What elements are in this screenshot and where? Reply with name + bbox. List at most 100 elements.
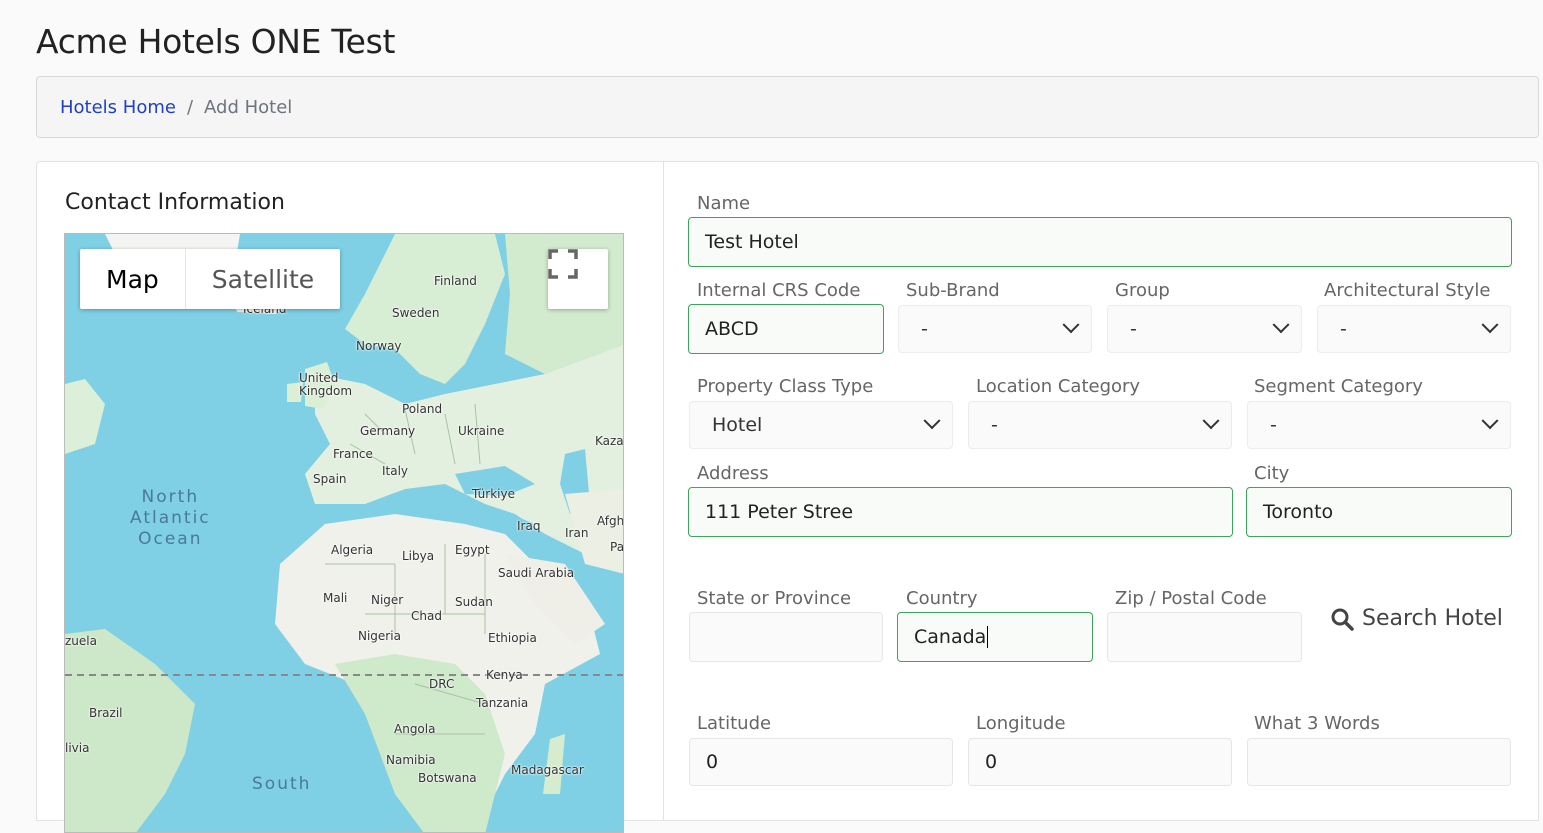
map-label-egypt: Egypt — [455, 543, 490, 557]
w3w-label: What 3 Words — [1254, 713, 1380, 734]
address-input[interactable]: 111 Peter Stree — [688, 487, 1233, 537]
map-label-nigeria: Nigeria — [358, 629, 401, 643]
ocean-label-south: South — [252, 774, 312, 794]
location-category-select[interactable]: - — [968, 401, 1232, 449]
text-cursor — [987, 626, 989, 648]
map-label-uk: United Kingdom — [299, 371, 353, 398]
crs-code-input[interactable]: ABCD — [688, 304, 884, 354]
map-label-namibia: Namibia — [386, 753, 436, 767]
property-class-value: Hotel — [712, 414, 763, 436]
map-label-chad: Chad — [411, 609, 442, 623]
map-widget[interactable]: North Atlantic Ocean South Finland Icela… — [64, 233, 624, 833]
country-input[interactable]: Canada — [897, 612, 1093, 662]
latitude-input[interactable]: 0 — [689, 738, 953, 786]
map-label-germany: Germany — [360, 424, 416, 438]
contact-section-title: Contact Information — [65, 190, 285, 215]
chevron-down-icon — [1481, 412, 1499, 430]
map-label-kaza: Kaza — [595, 434, 624, 448]
country-value: Canada — [914, 626, 987, 648]
longitude-input[interactable]: 0 — [968, 738, 1232, 786]
chevron-down-icon — [1272, 316, 1290, 334]
sub-brand-value: - — [921, 318, 928, 340]
map-label-tanzania: Tanzania — [476, 696, 529, 710]
city-input[interactable]: Toronto — [1246, 487, 1512, 537]
zip-label: Zip / Postal Code — [1115, 588, 1267, 609]
search-hotel-button[interactable]: Search Hotel — [1330, 606, 1503, 631]
map-label-pa: Pa — [610, 540, 624, 554]
satellite-view-button[interactable]: Satellite — [186, 249, 340, 309]
fullscreen-icon — [548, 249, 578, 279]
map-label-ukraine: Ukraine — [458, 424, 505, 438]
map-label-iran: Iran — [565, 526, 589, 540]
group-value: - — [1130, 318, 1137, 340]
w3w-input[interactable] — [1247, 738, 1511, 786]
map-label-botswana: Botswana — [418, 771, 477, 785]
group-label: Group — [1115, 280, 1170, 301]
map-label-sudan: Sudan — [455, 595, 493, 609]
address-label: Address — [697, 463, 769, 484]
map-label-ethiopia: Ethiopia — [488, 631, 537, 645]
map-label-zuela: zuela — [65, 634, 97, 648]
breadcrumb-separator: / — [186, 96, 194, 118]
map-label-madagascar: Madagascar — [511, 763, 584, 777]
breadcrumb-home-link[interactable]: Hotels Home — [60, 97, 176, 118]
location-category-value: - — [991, 414, 998, 436]
map-label-angola: Angola — [394, 722, 436, 736]
crs-code-label: Internal CRS Code — [697, 280, 861, 301]
map-label-kenya: Kenya — [486, 668, 523, 682]
country-label: Country — [906, 588, 978, 609]
contact-card: Contact Information North Atlantic Ocean… — [36, 161, 664, 833]
ocean-label-north-atlantic: North Atlantic Ocean — [130, 487, 211, 549]
chevron-down-icon — [1481, 316, 1499, 334]
segment-category-label: Segment Category — [1254, 376, 1423, 397]
map-label-algeria: Algeria — [331, 543, 374, 557]
arch-style-label: Architectural Style — [1324, 280, 1491, 301]
sub-brand-label: Sub-Brand — [906, 280, 1000, 301]
fullscreen-button[interactable] — [548, 249, 608, 309]
arch-style-value: - — [1340, 318, 1347, 340]
sub-brand-select[interactable]: - — [898, 305, 1092, 353]
chevron-down-icon — [1062, 316, 1080, 334]
chevron-down-icon — [1202, 412, 1220, 430]
zip-input[interactable] — [1107, 612, 1302, 662]
segment-category-select[interactable]: - — [1247, 401, 1511, 449]
name-input[interactable]: Test Hotel — [688, 217, 1512, 267]
map-label-turkiye: Türkiye — [472, 487, 515, 501]
breadcrumb-current: Add Hotel — [204, 96, 293, 118]
map-label-brazil: Brazil — [89, 706, 123, 720]
map-label-spain: Spain — [313, 472, 347, 486]
latitude-label: Latitude — [697, 713, 772, 734]
state-label: State or Province — [697, 588, 852, 609]
map-label-finland: Finland — [434, 274, 477, 288]
map-label-italy: Italy — [382, 464, 409, 478]
map-label-livia: livia — [65, 741, 90, 755]
breadcrumb: Hotels Home / Add Hotel — [36, 76, 1539, 138]
location-category-label: Location Category — [976, 376, 1141, 397]
name-label: Name — [697, 193, 751, 214]
page-title: Acme Hotels ONE Test — [36, 22, 396, 61]
map-label-drc: DRC — [429, 677, 455, 691]
map-label-poland: Poland — [402, 402, 443, 416]
map-label-afgh: Afgh — [597, 514, 624, 528]
map-label-saudi-arabia: Saudi Arabia — [498, 566, 575, 580]
search-icon — [1331, 608, 1354, 631]
map-label-norway: Norway — [356, 339, 402, 353]
map-label-mali: Mali — [323, 591, 348, 605]
map-label-niger: Niger — [371, 593, 404, 607]
chevron-down-icon — [923, 412, 941, 430]
map-type-toggle: Map Satellite — [80, 249, 341, 309]
map-label-libya: Libya — [402, 549, 435, 563]
map-label-sweden: Sweden — [392, 306, 440, 320]
arch-style-select[interactable]: - — [1317, 305, 1511, 353]
group-select[interactable]: - — [1107, 305, 1302, 353]
segment-category-value: - — [1270, 414, 1277, 436]
state-input[interactable] — [689, 612, 883, 662]
property-class-label: Property Class Type — [697, 376, 874, 397]
city-label: City — [1254, 463, 1290, 484]
search-hotel-label: Search Hotel — [1362, 606, 1503, 631]
map-label-france: France — [333, 447, 373, 461]
map-view-button[interactable]: Map — [80, 249, 186, 309]
longitude-label: Longitude — [976, 713, 1066, 734]
map-label-iraq: Iraq — [517, 519, 541, 533]
property-class-select[interactable]: Hotel — [689, 401, 953, 449]
